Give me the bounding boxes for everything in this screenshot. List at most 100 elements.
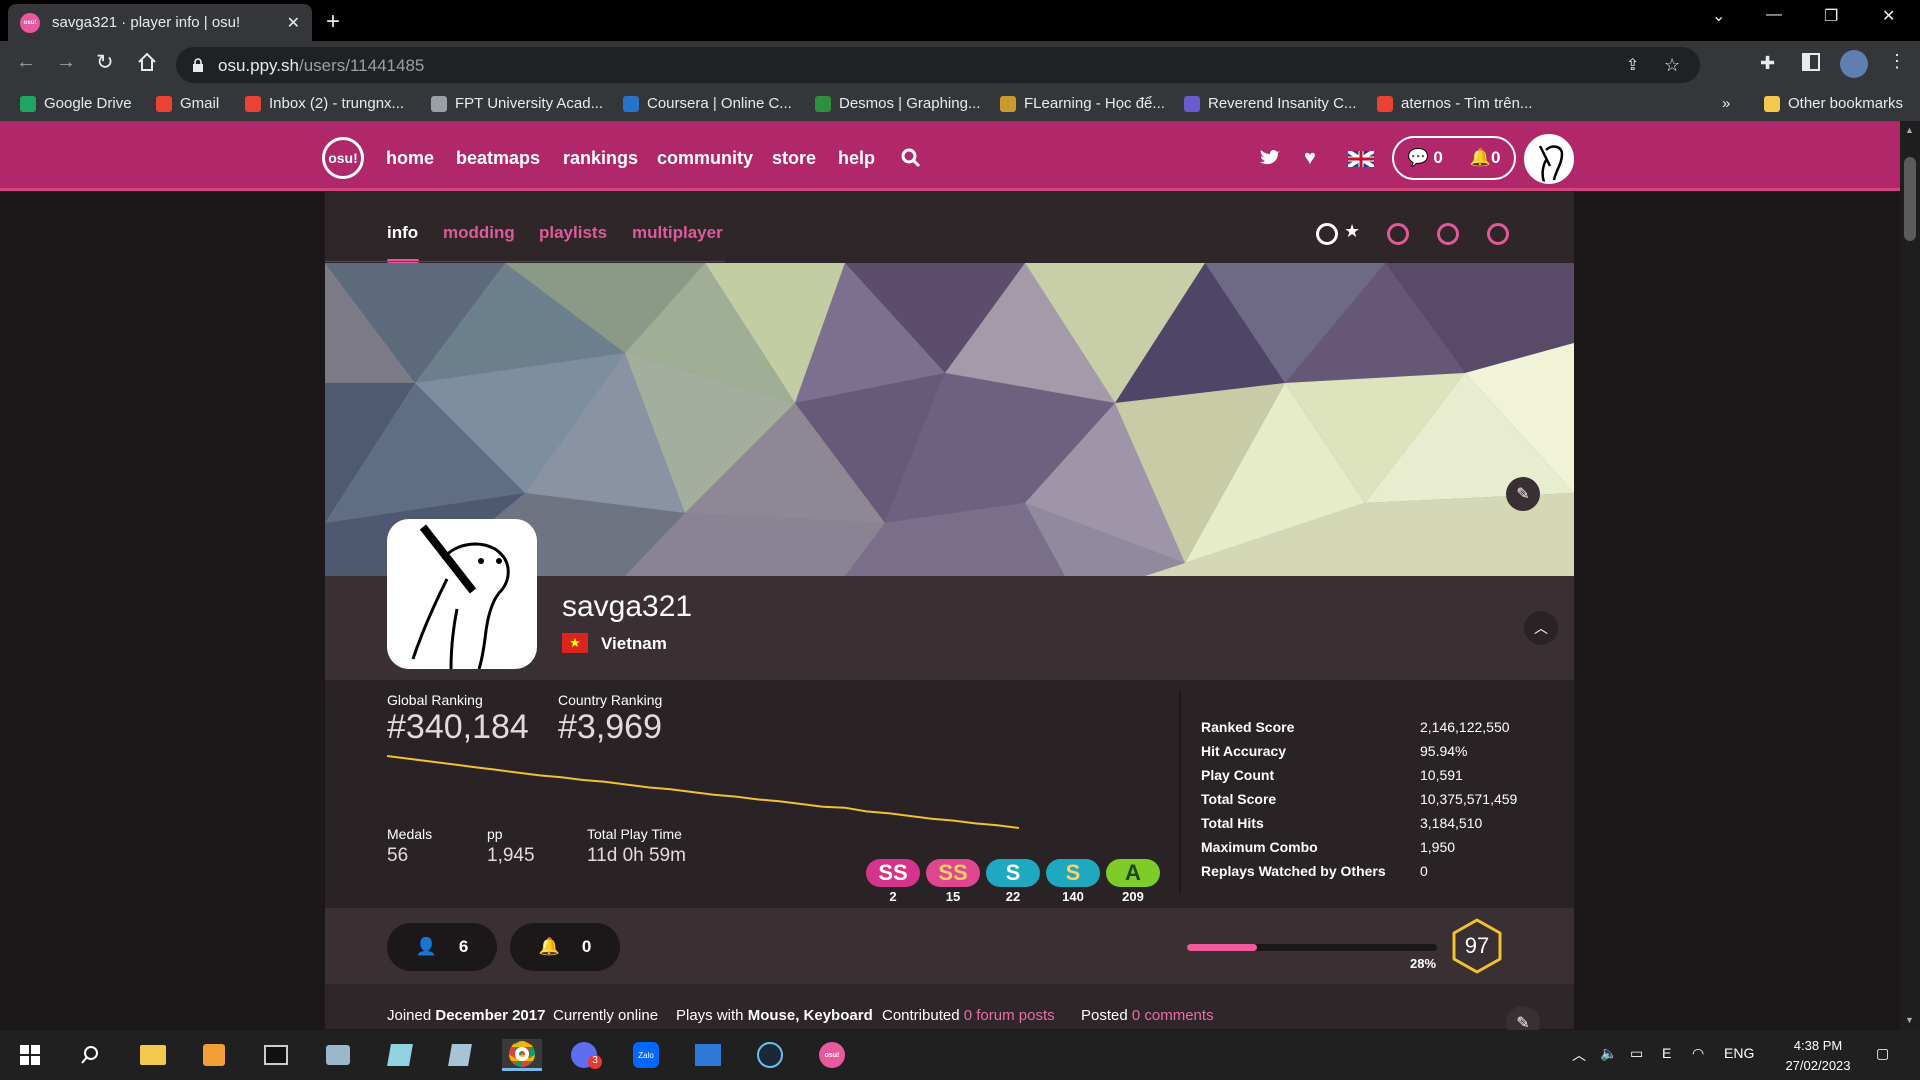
rank-history-graph[interactable]	[387, 752, 1161, 832]
nav-community[interactable]: community	[657, 148, 753, 169]
bookmark-item[interactable]: FPT University Acad...	[431, 95, 603, 112]
menu-icon[interactable]: ⋮	[1888, 51, 1906, 72]
forward-icon[interactable]: →	[56, 51, 76, 74]
page-scrollbar[interactable]: ▲ ▼	[1900, 121, 1920, 1030]
chrome-taskbar-icon[interactable]	[502, 1039, 542, 1071]
language-indicator[interactable]: ENG	[1724, 1045, 1754, 1061]
photos-icon[interactable]	[688, 1039, 728, 1071]
bookmark-item[interactable]: Coursera | Online C...	[623, 95, 792, 112]
profile-avatar	[387, 519, 537, 669]
search-taskbar-icon[interactable]	[70, 1039, 110, 1071]
uk-flag-icon[interactable]	[1348, 151, 1374, 167]
osu-logo[interactable]: osu!	[322, 137, 364, 179]
tab-multiplayer[interactable]: multiplayer	[632, 223, 723, 243]
search-icon[interactable]	[901, 148, 921, 168]
scrollbar-thumb[interactable]	[1904, 157, 1916, 241]
bookmark-item[interactable]: aternos - Tìm trên...	[1377, 95, 1532, 112]
country-name[interactable]: Vietnam	[601, 634, 667, 654]
back-icon[interactable]: ←	[16, 51, 36, 74]
extensions-icon[interactable]: ✚	[1760, 53, 1775, 74]
nav-rankings[interactable]: rankings	[563, 148, 638, 169]
side-panel-icon[interactable]	[1802, 53, 1820, 71]
ime-icon[interactable]: Ε	[1662, 1045, 1671, 1061]
osu-app-icon[interactable]: osu!	[812, 1039, 852, 1071]
lock-icon[interactable]	[192, 58, 204, 72]
mode-osu-icon[interactable]	[1316, 223, 1338, 245]
steam-icon[interactable]	[750, 1039, 790, 1071]
more-bookmarks-button[interactable]: »	[1722, 95, 1730, 112]
new-tab-button[interactable]: +	[326, 8, 340, 36]
mapping-subscribers-button[interactable]: 🔔 0	[510, 923, 620, 971]
profile-avatar-icon[interactable]	[1840, 50, 1868, 78]
app-icon[interactable]	[318, 1039, 358, 1071]
tab-info[interactable]: info	[387, 223, 418, 243]
stat-label: Ranked Score	[1201, 719, 1295, 735]
nav-beatmaps[interactable]: beatmaps	[456, 148, 540, 169]
user-avatar[interactable]	[1524, 134, 1574, 184]
show-hidden-icons-chevron[interactable]: ︿	[1572, 1045, 1586, 1065]
forum-posts-link[interactable]: 0 forum posts	[964, 1007, 1055, 1024]
close-tab-icon[interactable]: ✕	[287, 13, 300, 33]
user-icon: 👤	[415, 937, 437, 956]
volume-icon[interactable]: 🔈	[1600, 1045, 1617, 1062]
reload-icon[interactable]: ↻	[96, 50, 114, 75]
level-progress-track	[1187, 944, 1437, 951]
restore-button[interactable]: ❐	[1824, 6, 1838, 26]
notification-bell-icon[interactable]: 🔔0	[1470, 148, 1501, 168]
bookmark-star-icon[interactable]: ☆	[1664, 55, 1680, 76]
battery-icon[interactable]: ▭	[1630, 1045, 1643, 1062]
scroll-down-arrow-icon[interactable]: ▼	[1905, 1015, 1914, 1025]
tab-search-icon[interactable]: ⌄	[1712, 6, 1725, 26]
comments-link[interactable]: 0 comments	[1132, 1007, 1214, 1024]
stat-label: Play Count	[1201, 767, 1275, 783]
share-icon[interactable]: ⇪	[1626, 55, 1639, 75]
followers-button[interactable]: 👤 6	[387, 923, 497, 971]
mode-catch-icon[interactable]	[1437, 223, 1459, 245]
bookmark-item[interactable]: Reverend Insanity C...	[1184, 95, 1356, 112]
twitter-icon[interactable]	[1260, 149, 1280, 165]
other-bookmarks-folder[interactable]: Other bookmarks	[1764, 95, 1903, 112]
nav-store[interactable]: store	[772, 148, 816, 169]
notification-count: 0	[1491, 148, 1501, 167]
bookmark-item[interactable]: Gmail	[156, 95, 219, 112]
collapse-header-chevron-icon[interactable]: ︿	[1524, 611, 1558, 645]
browser-tab-active[interactable]: osu! savga321 · player info | osu! ✕	[8, 4, 312, 41]
chat-icon[interactable]: 💬 0	[1408, 148, 1443, 168]
media-player-icon[interactable]	[194, 1039, 234, 1071]
gmail-icon	[156, 95, 172, 112]
action-center-icon[interactable]: ▢	[1876, 1045, 1889, 1062]
chat-notification-pill[interactable]: 💬 0 🔔0	[1392, 136, 1516, 180]
notes-app-icon[interactable]	[380, 1039, 420, 1071]
support-heart-icon[interactable]: ♥	[1304, 147, 1316, 170]
bookmark-item[interactable]: FLearning - Học để...	[1000, 95, 1165, 112]
bookmark-item[interactable]: Desmos | Graphing...	[815, 95, 980, 112]
home-icon[interactable]	[136, 51, 158, 73]
mode-taiko-icon[interactable]	[1387, 223, 1409, 245]
tab-title: savga321 · player info | osu!	[52, 14, 241, 31]
edit-cover-pencil-icon[interactable]: ✎	[1506, 477, 1540, 511]
app-icon[interactable]	[440, 1039, 480, 1071]
zalo-icon[interactable]: Zalo	[626, 1039, 666, 1071]
close-window-button[interactable]: ✕	[1882, 6, 1895, 26]
profile-info-bar: Joined December 2017 Currently online Pl…	[325, 984, 1574, 1040]
tab-modding[interactable]: modding	[443, 223, 515, 243]
file-explorer-icon[interactable]	[133, 1039, 173, 1071]
start-windows-icon[interactable]	[10, 1039, 50, 1071]
scroll-up-arrow-icon[interactable]: ▲	[1905, 125, 1914, 135]
clock[interactable]: 4:38 PM 27/02/2023	[1778, 1036, 1858, 1076]
terminal-icon[interactable]	[256, 1039, 296, 1071]
bookmark-item[interactable]: Google Drive	[20, 95, 132, 112]
minimize-button[interactable]: —	[1766, 6, 1782, 24]
contributed-prefix: Contributed	[882, 1007, 960, 1024]
mode-mania-icon[interactable]	[1487, 223, 1509, 245]
nav-help[interactable]: help	[838, 148, 875, 169]
wifi-icon[interactable]: ◠	[1692, 1045, 1704, 1062]
nav-home[interactable]: home	[386, 148, 434, 169]
bookmark-label: aternos - Tìm trên...	[1401, 95, 1533, 112]
address-bar[interactable]: osu.ppy.sh/users/11441485 ☆ ⇪	[176, 47, 1700, 83]
stats-divider	[1179, 692, 1181, 892]
stat-value: 1,950	[1420, 839, 1456, 855]
tab-playlists[interactable]: playlists	[539, 223, 607, 243]
bookmark-item[interactable]: Inbox (2) - trungnx...	[245, 95, 404, 112]
chrome-profile-taskbar-icon[interactable]: 3	[564, 1039, 604, 1071]
